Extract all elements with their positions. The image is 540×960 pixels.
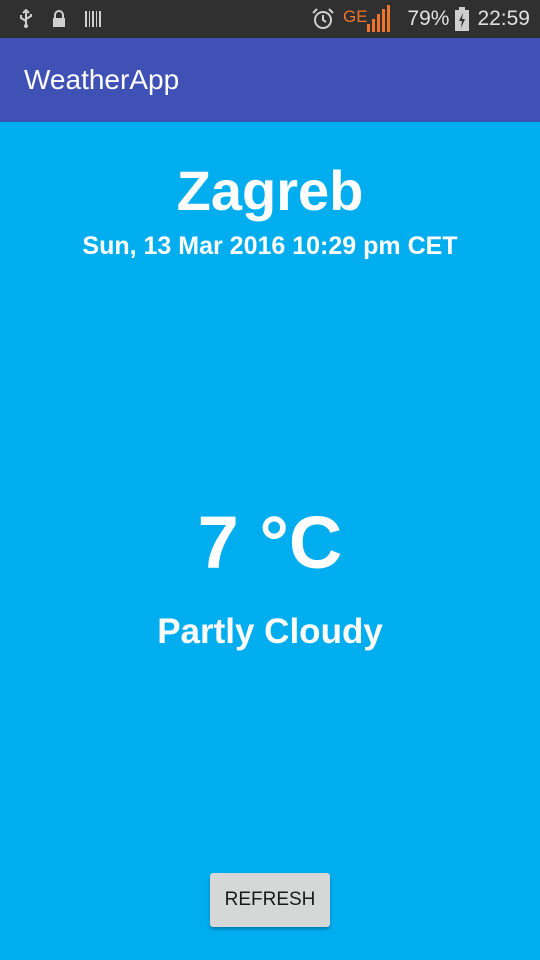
signal-icon: GE	[343, 4, 393, 34]
app-title: WeatherApp	[24, 64, 180, 95]
temperature: 7 °C	[197, 501, 343, 584]
refresh-button[interactable]: REFRESH	[210, 873, 330, 927]
alarm-icon	[311, 7, 335, 31]
weather-panel: Zagreb Sun, 13 Mar 2016 10:29 pm CET 7 °…	[0, 122, 540, 960]
status-right-icons: GE 79% 22:59	[311, 4, 530, 34]
clock: 22:59	[477, 7, 530, 30]
battery-icon	[455, 7, 470, 31]
city-name: Zagreb	[176, 159, 364, 222]
status-bar: GE 79% 22:59	[0, 0, 540, 38]
status-left-icons	[18, 9, 120, 29]
weather-condition: Partly Cloudy	[157, 612, 383, 651]
app-bar: WeatherApp	[0, 38, 540, 122]
network-type-label: GE	[343, 7, 368, 26]
lock-icon	[52, 10, 66, 28]
battery-percent: 79%	[407, 7, 450, 30]
usb-icon	[18, 9, 34, 29]
date-time: Sun, 13 Mar 2016 10:29 pm CET	[82, 232, 458, 260]
barcode-icon	[84, 10, 102, 28]
